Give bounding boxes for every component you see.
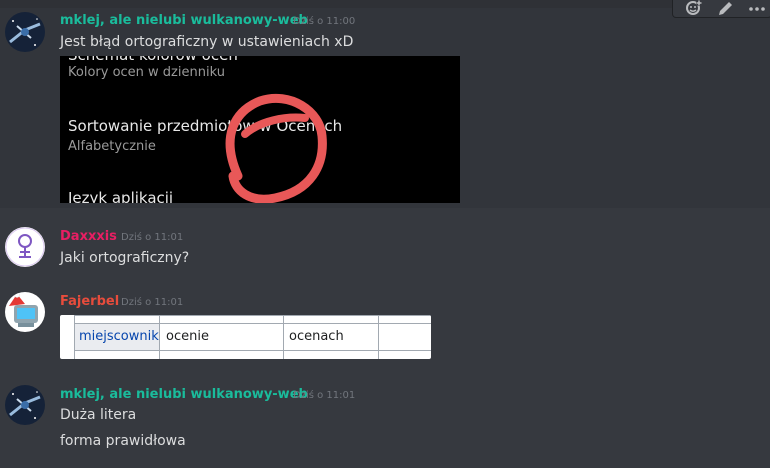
message-timestamp: Dziś o 11:01: [121, 297, 184, 308]
table-case-link[interactable]: miejscownik: [79, 329, 159, 344]
table-screenshot-attachment[interactable]: miejscownik ocenie ocenach: [60, 315, 431, 359]
edit-button[interactable]: [713, 0, 737, 17]
screenshot-attachment[interactable]: Schemat kolorów ocen Kolory ocen w dzien…: [60, 56, 460, 203]
add-reaction-icon: [686, 0, 702, 15]
top-strip: [0, 0, 770, 8]
message-timestamp: Dziś o 11:01: [121, 232, 184, 243]
message-username[interactable]: mklej, ale nielubi wulkanowy-web: [60, 13, 308, 28]
message-username[interactable]: mklej, ale nielubi wulkanowy-web: [60, 387, 308, 402]
message-text: Duża litera: [60, 407, 137, 423]
avatar-mklej[interactable]: [5, 385, 45, 425]
table-border: [283, 315, 284, 359]
edit-icon: [719, 2, 732, 15]
table-border: [159, 315, 160, 359]
message-text: forma prawidłowa: [60, 433, 186, 449]
avatar-daxxxis[interactable]: [5, 227, 45, 267]
table-cell-singular: ocenie: [166, 329, 209, 344]
more-icon: [749, 7, 765, 11]
message-toolbar: [672, 0, 770, 18]
message-text: Jaki ortograficzny?: [60, 250, 190, 266]
avatar-mklej[interactable]: [5, 12, 45, 52]
table-border: [378, 315, 379, 359]
table-cell-plural: ocenach: [289, 329, 344, 344]
more-button[interactable]: [745, 0, 769, 17]
avatar-fajerbel[interactable]: [5, 292, 45, 332]
message-username[interactable]: Fajerbel: [60, 294, 119, 309]
add-reaction-button[interactable]: [681, 0, 705, 17]
message-username[interactable]: Daxxxis: [60, 229, 117, 244]
message-timestamp: Dziś o 11:01: [293, 390, 356, 401]
message-text: Jest błąd ortograficzny w ustawieniach x…: [60, 34, 354, 50]
message-timestamp: Dziś o 11:00: [293, 16, 356, 27]
red-circle-annotation: [225, 93, 327, 203]
